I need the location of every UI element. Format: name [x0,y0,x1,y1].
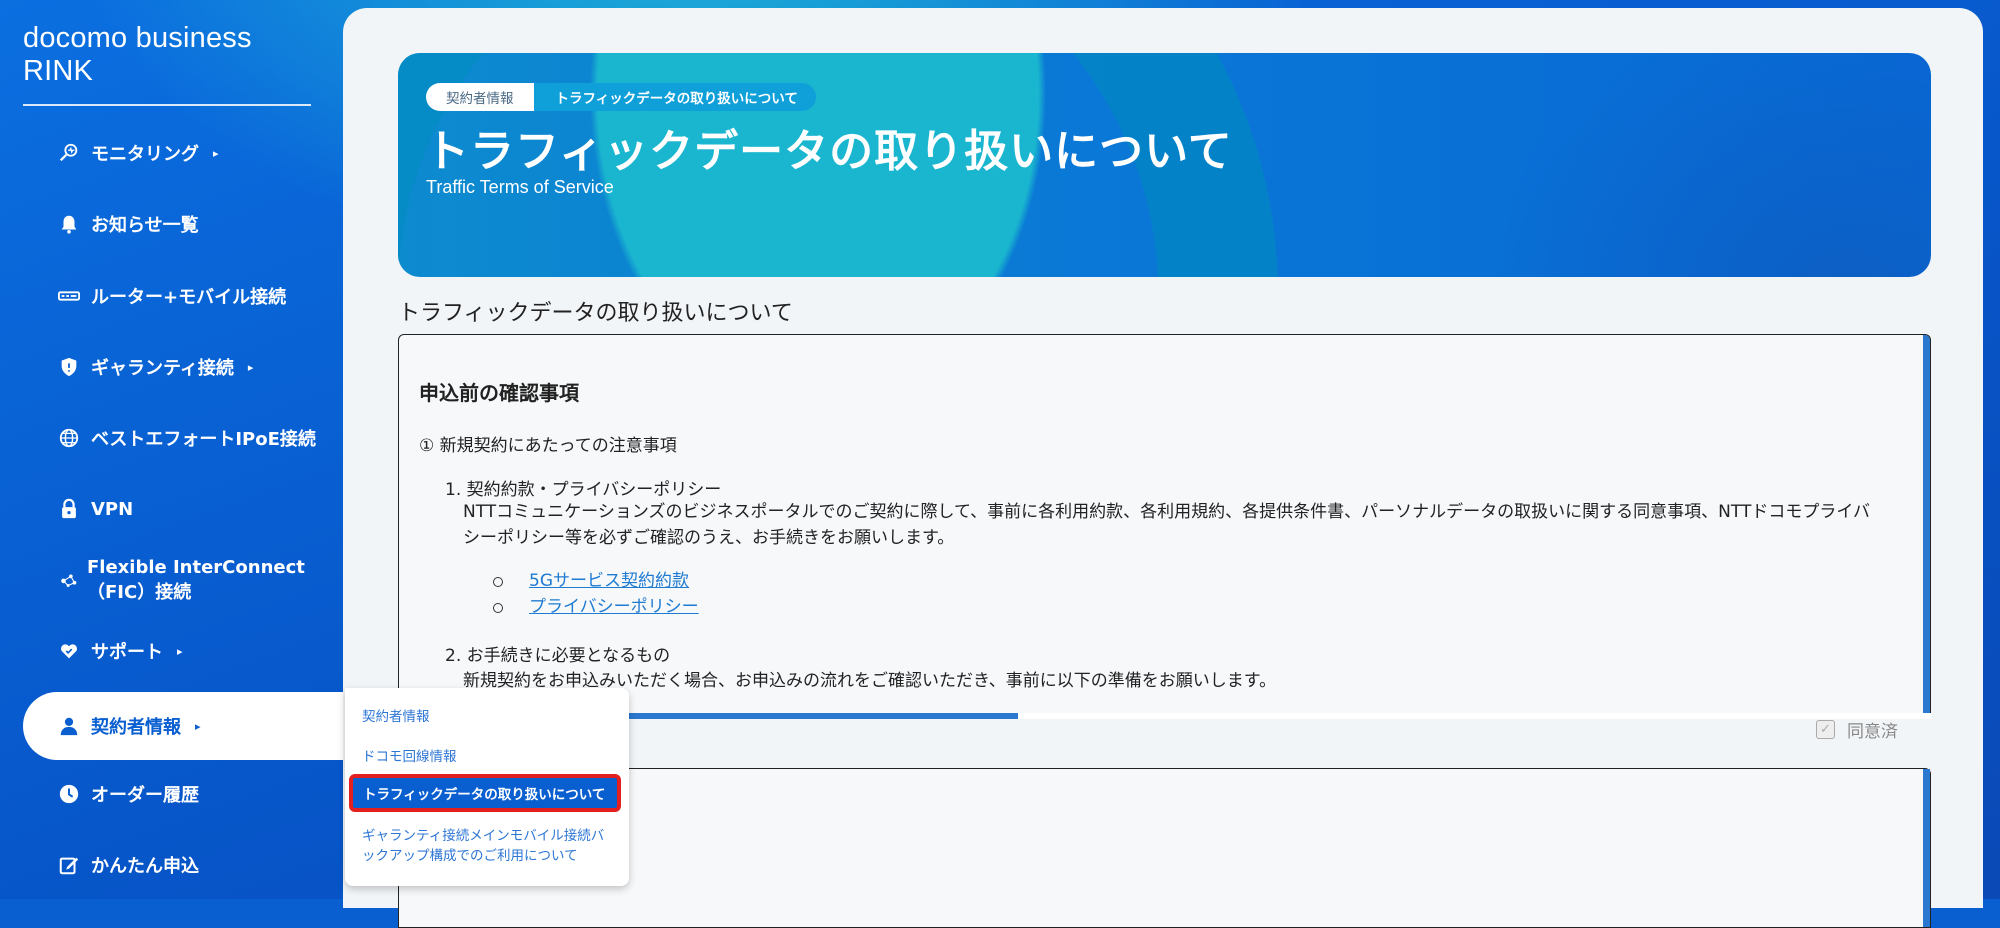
sidebar-item-easy-apply[interactable]: かんたん申込 [23,833,343,897]
sidebar-item-support[interactable]: サポート ▸ [23,619,343,683]
sidebar-item-best-effort[interactable]: ベストエフォートIPoE接続 [23,406,343,470]
page-subtitle: Traffic Terms of Service [426,177,614,197]
bullet-icon [493,603,503,613]
sidebar-item-contractor-info[interactable]: 契約者情報 ▸ [23,692,353,760]
sidebar-item-label: 契約者情報 [91,717,181,738]
terms-scroll-box[interactable]: 申込前の確認事項 ① 新規契約にあたっての注意事項 1. 契約約款・プライバシー… [398,334,1931,717]
contract-terms-link[interactable]: 5Gサービス契約約款 [529,568,699,594]
terms-section-title: ① 新規契約にあたっての注意事項 [419,436,677,456]
chevron-right-icon: ▸ [195,719,201,733]
edit-icon [57,853,81,877]
sidebar-item-order-history[interactable]: オーダー履歴 [23,762,343,826]
contractor-submenu: 契約者情報 ドコモ回線情報 トラフィックデータの取り扱いについて ギャランティ接… [345,688,629,886]
terms-link-list: 5Gサービス契約約款 プライバシーポリシー [493,568,699,620]
list-item: 5Gサービス契約約款 [493,568,699,594]
sidebar-item-vpn[interactable]: VPN [23,477,343,541]
submenu-label-line2: ックアップ構成でのご利用について [362,848,578,864]
sidebar-item-label: ギャランティ接続 [91,358,234,379]
sidebar-item-label-line2: （FIC）接続 [87,582,192,603]
sidebar-item-label: オーダー履歴 [91,785,199,806]
chevron-right-icon: ▸ [247,360,254,374]
terms-item-body: NTTコミュニケーションズのビジネスポータルでのご契約に際して、事前に各利用約款… [463,502,1870,548]
sidebar-item-router-mobile[interactable]: ルーター+モバイル接続 [23,264,343,328]
checkmark-icon[interactable]: ✓ [1816,720,1835,739]
submenu-item-contractor-info[interactable]: 契約者情報 [362,705,430,725]
sidebar-item-label: VPN [91,498,134,520]
sidebar-item-guarantee[interactable]: ギャランティ接続 ▸ [23,335,343,399]
sidebar: docomo business RINK モニタリング ▸ お知らせ一覧 ルータ… [0,0,353,899]
sidebar-item-monitoring[interactable]: モニタリング ▸ [23,121,343,185]
monitoring-icon [57,141,81,165]
breadcrumb: 契約者情報 トラフィックデータの取り扱いについて [426,83,816,111]
breadcrumb-current: トラフィックデータの取り扱いについて [533,83,816,111]
sidebar-item-label: かんたん申込 [91,856,199,877]
agree-checkbox[interactable]: ✓ 同意済 [1816,717,1898,742]
agree-label: 同意済 [1847,722,1898,742]
sidebar-item-label: サポート [91,642,163,663]
submenu-item-docomo-line-info[interactable]: ドコモ回線情報 [362,745,457,765]
sidebar-item-fic[interactable]: Flexible InterConnect （FIC）接続 [23,548,343,612]
sidebar-item-label: Flexible InterConnect （FIC）接続 [87,555,305,605]
clock-icon [57,782,81,806]
bell-icon [57,212,81,236]
chevron-right-icon: ▸ [177,644,183,658]
sidebar-item-label: ルーター+モバイル接続 [91,287,287,308]
page-header-banner: 契約者情報 トラフィックデータの取り扱いについて トラフィックデータの取り扱いに… [398,53,1931,277]
brand-logo[interactable]: docomo business RINK [23,22,311,106]
chevron-right-icon: ▸ [213,146,219,160]
globe-icon [57,426,81,450]
user-icon [57,714,81,738]
bullet-icon [493,577,503,587]
page-title: トラフィックデータの取り扱いについて [425,126,1233,177]
network-icon [57,568,81,592]
sidebar-item-label: ベストエフォートIPoE接続 [91,429,316,450]
sidebar-item-label: お知らせ一覧 [91,215,199,236]
sidebar-item-label-line1: Flexible InterConnect [87,557,305,578]
terms-item-title: 1. 契約約款・プライバシーポリシー [445,480,722,500]
section-title: トラフィックデータの取り扱いについて [398,301,793,326]
terms-item-title: 2. お手続きに必要となるもの [445,646,671,666]
vertical-scrollbar[interactable] [1923,769,1930,927]
support-icon [57,639,81,663]
lock-icon [57,497,81,521]
list-item: プライバシーポリシー [493,594,699,620]
vertical-scrollbar[interactable] [1923,335,1930,716]
terms-heading: 申込前の確認事項 [419,381,579,405]
sidebar-item-notices[interactable]: お知らせ一覧 [23,192,343,256]
submenu-item-guarantee-backup[interactable]: ギャランティ接続メインモバイル接続バ ックアップ構成でのご利用について [362,826,604,866]
privacy-policy-link[interactable]: プライバシーポリシー [529,594,699,620]
breadcrumb-parent[interactable]: 契約者情報 [426,83,534,111]
shield-icon [57,355,81,379]
sidebar-item-label: モニタリング [91,144,199,165]
submenu-item-traffic-data[interactable]: トラフィックデータの取り扱いについて [349,774,621,812]
submenu-label-line1: ギャランティ接続メインモバイル接続バ [362,828,605,844]
router-icon [57,284,81,308]
